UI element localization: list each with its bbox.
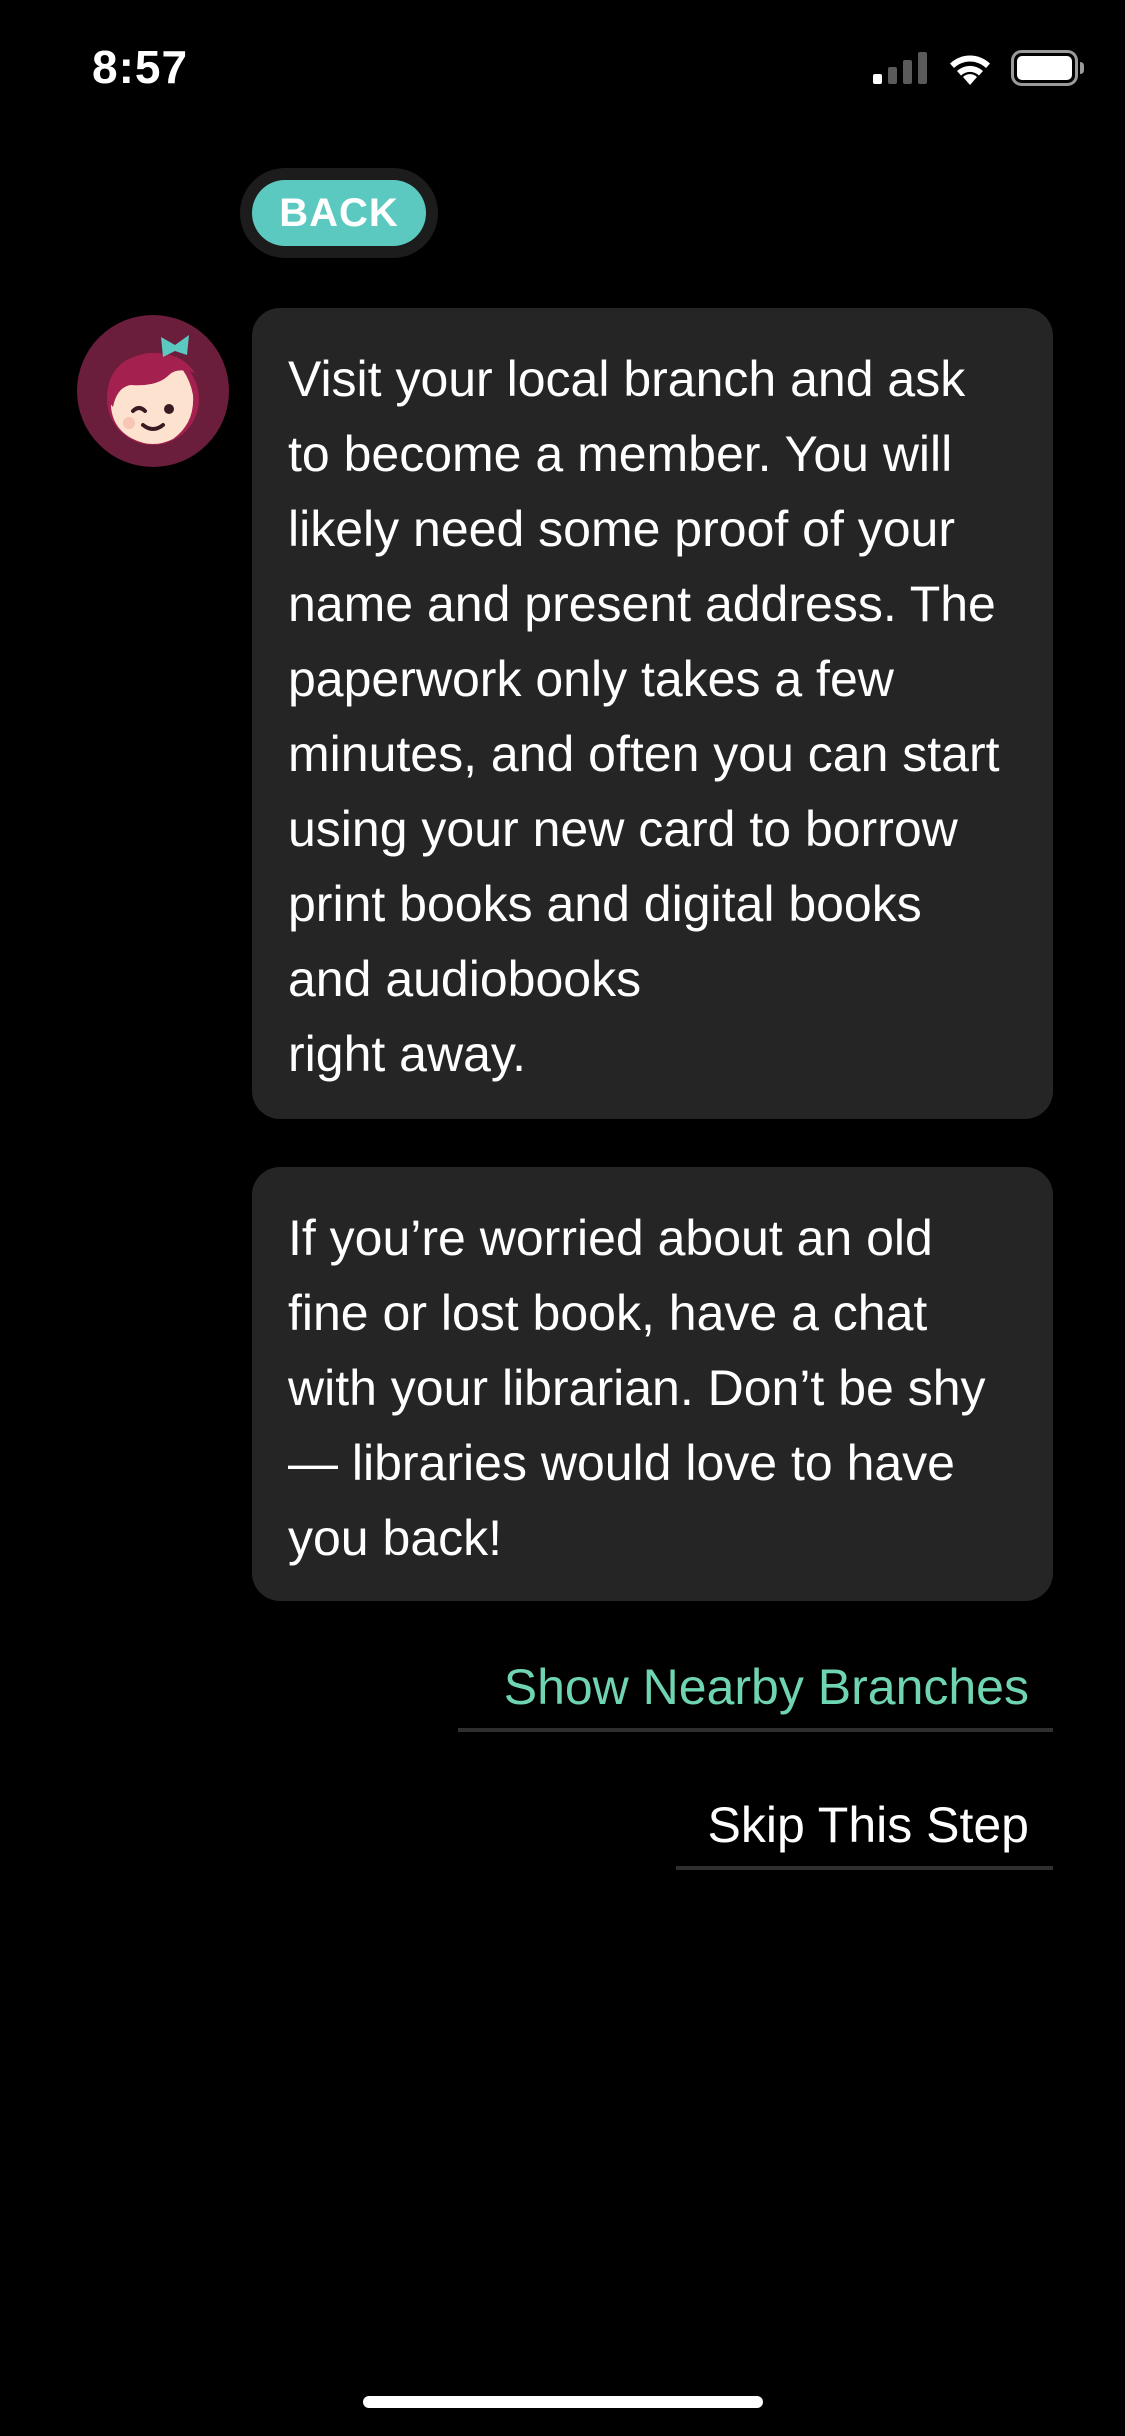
- back-button[interactable]: BACK: [252, 180, 426, 246]
- skip-this-step-button[interactable]: Skip This Step: [684, 1784, 1053, 1866]
- message-text: Visit your local branch and ask to becom…: [288, 351, 1000, 1082]
- status-bar: 8:57: [0, 0, 1125, 140]
- home-indicator[interactable]: [363, 2396, 763, 2408]
- wifi-icon: [950, 55, 990, 85]
- skip-this-step-underline: [676, 1866, 1053, 1870]
- status-time: 8:57: [92, 41, 189, 93]
- show-nearby-branches-underline: [458, 1728, 1053, 1732]
- libby-avatar-icon: [77, 315, 229, 467]
- message-bubble: If you’re worried about an old fine or l…: [252, 1167, 1053, 1601]
- show-nearby-branches-button[interactable]: Show Nearby Branches: [480, 1646, 1053, 1728]
- cellular-signal-icon: [873, 52, 927, 84]
- status-icons: [873, 50, 1085, 86]
- message-text: If you’re worried about an old fine or l…: [288, 1210, 986, 1566]
- message-bubble: Visit your local branch and ask to becom…: [252, 308, 1053, 1119]
- battery-icon: [1011, 50, 1084, 86]
